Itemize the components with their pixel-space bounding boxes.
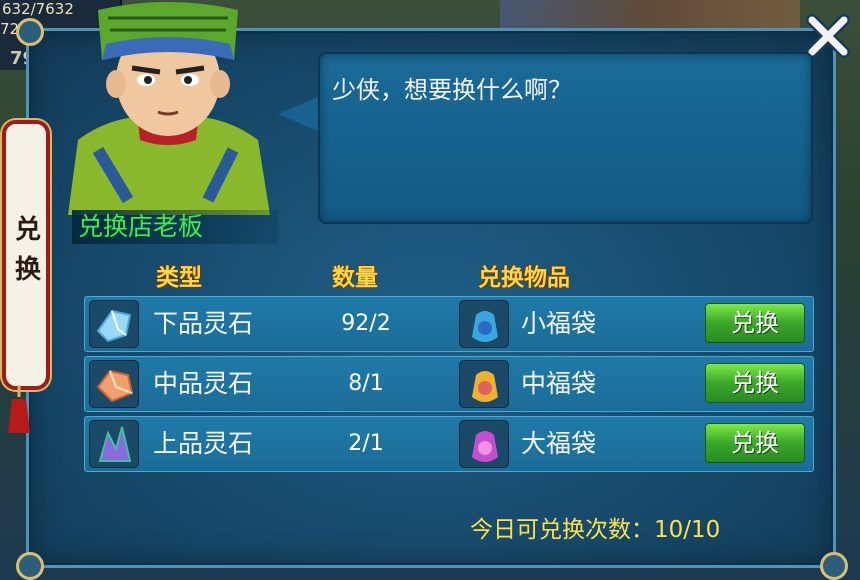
header-type: 类型 <box>156 265 202 291</box>
background-top-bar <box>500 0 800 30</box>
orange-crystal-icon <box>89 360 139 408</box>
side-tab-exchange[interactable]: 兑换 <box>2 120 50 390</box>
reward-name: 大福袋 <box>521 429 597 458</box>
stone-name: 上品灵石 <box>153 429 254 458</box>
stone-name: 中品灵石 <box>153 369 254 398</box>
lucky-bag-icon <box>459 300 509 348</box>
lucky-bag-icon <box>459 360 509 408</box>
npc-name: 兑换店老板 <box>72 210 278 244</box>
header-qty: 数量 <box>332 265 378 291</box>
daily-exchange-count: 今日可兑换次数：10/10 <box>470 517 721 543</box>
blue-crystal-icon <box>89 300 139 348</box>
stone-qty: 92/2 <box>341 311 391 336</box>
corner-ornament <box>820 552 848 580</box>
exchange-button[interactable]: 兑换 <box>705 303 805 343</box>
table-row: 中品灵石 8/1 中福袋 兑换 <box>84 356 814 412</box>
speech-bubble-tail <box>278 96 320 132</box>
side-tab-label: 兑换 <box>10 215 41 295</box>
purple-crystal-icon <box>89 420 139 468</box>
reward-name: 小福袋 <box>521 309 597 338</box>
exchange-button[interactable]: 兑换 <box>705 363 805 403</box>
corner-ornament <box>16 552 44 580</box>
table-row: 上品灵石 2/1 大福袋 兑换 <box>84 416 814 472</box>
reward-name: 中福袋 <box>521 369 597 398</box>
header-item: 兑换物品 <box>478 265 570 291</box>
stone-qty: 2/1 <box>348 431 384 456</box>
speech-bubble: 少侠，想要换什么啊？ <box>318 52 813 224</box>
tassel-icon <box>8 385 30 433</box>
stone-qty: 8/1 <box>348 371 384 396</box>
dialog-text: 少侠，想要换什么啊？ <box>332 76 572 104</box>
corner-ornament <box>16 18 44 46</box>
stone-name: 下品灵石 <box>153 309 254 338</box>
table-row: 下品灵石 92/2 小福袋 兑换 <box>84 296 814 352</box>
npc-portrait <box>68 2 270 215</box>
exchange-button[interactable]: 兑换 <box>705 423 805 463</box>
lucky-bag-icon <box>459 420 509 468</box>
